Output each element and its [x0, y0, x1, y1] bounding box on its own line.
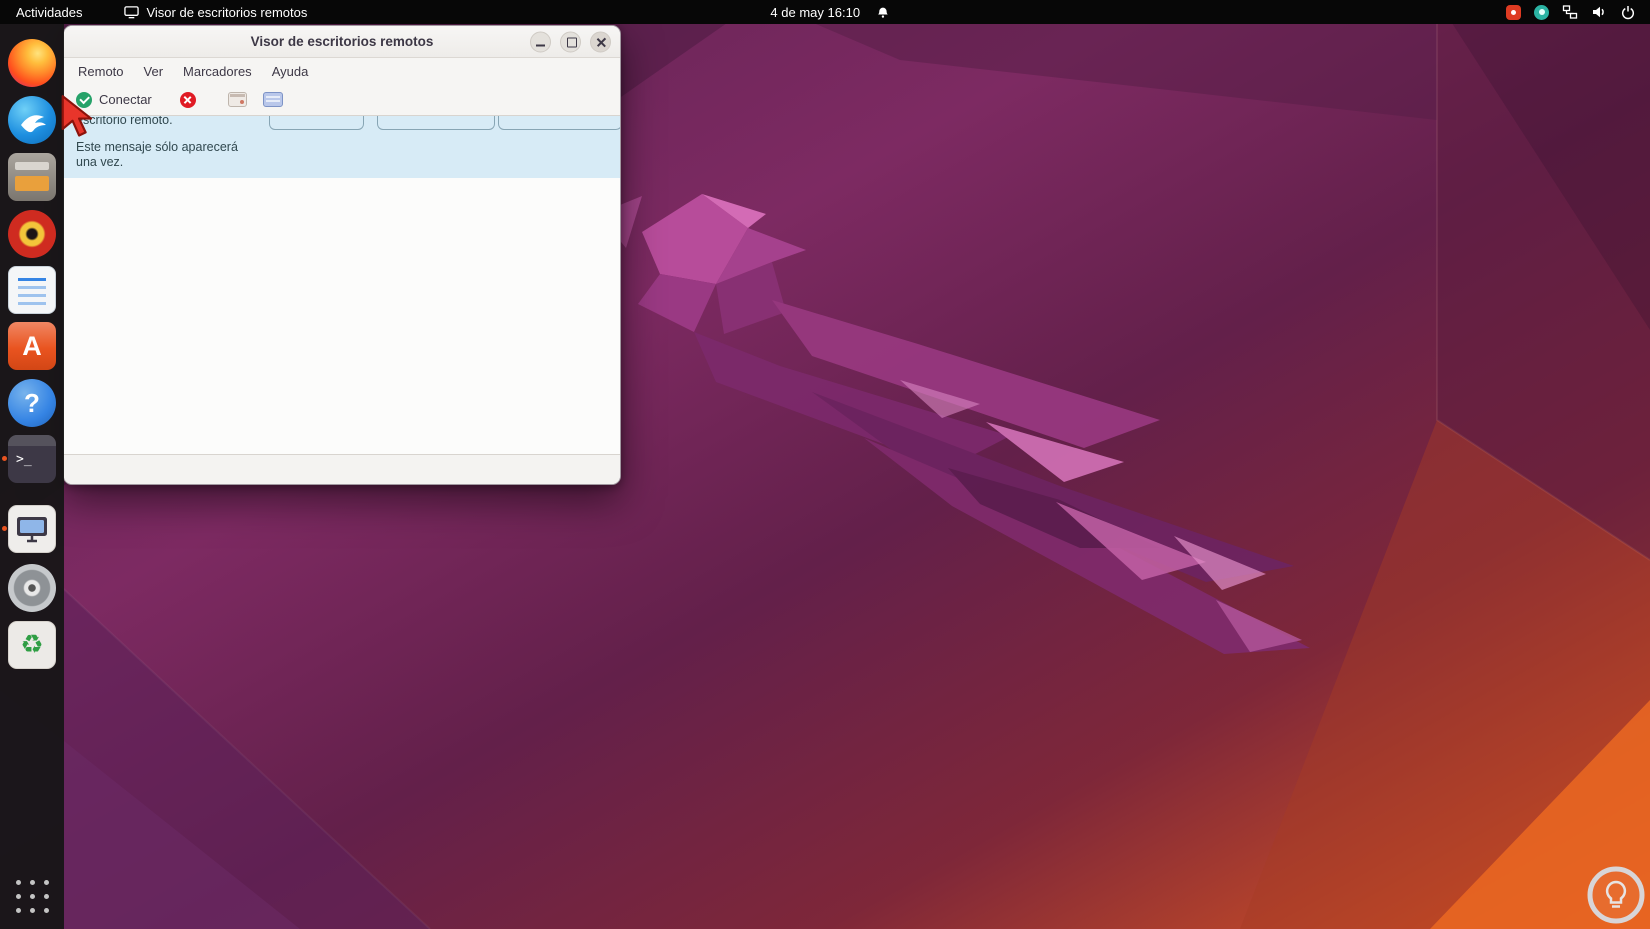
dock-item-remote-desktop-viewer[interactable] [2, 505, 56, 553]
terminal-icon [8, 435, 56, 483]
dock-item-help[interactable] [8, 379, 56, 427]
rhythmbox-icon [8, 210, 56, 258]
recycler-icon [8, 621, 56, 669]
menu-bar: Remoto Ver Marcadores Ayuda [64, 58, 620, 84]
remote-view-area [64, 178, 620, 454]
focused-app-indicator[interactable]: Visor de escritorios remotos [124, 0, 307, 24]
tray-icon-red-app[interactable] [1506, 4, 1521, 20]
dock-item-rhythmbox[interactable] [8, 210, 56, 258]
dock [0, 24, 64, 929]
power-icon[interactable] [1620, 4, 1636, 20]
remote-desktop-viewer-icon [8, 505, 56, 553]
dock-item-files[interactable] [8, 153, 56, 201]
menu-ver[interactable]: Ver [134, 58, 174, 84]
files-icon [8, 153, 56, 201]
help-icon [8, 379, 56, 427]
dock-item-firefox[interactable] [8, 39, 56, 87]
dock-item-recycler[interactable] [8, 621, 56, 669]
volume-icon[interactable] [1591, 4, 1607, 20]
libreoffice-writer-icon [8, 266, 56, 314]
connect-button-label: Conectar [99, 92, 152, 107]
activities-button[interactable]: Actividades [0, 0, 98, 24]
dock-item-terminal[interactable] [2, 435, 56, 483]
show-applications-button[interactable] [14, 878, 50, 914]
dock-item-libreoffice-writer[interactable] [8, 266, 56, 314]
menu-ayuda[interactable]: Ayuda [262, 58, 319, 84]
infobar-button-1[interactable] [269, 116, 364, 130]
infobar-message-line1: Este mensaje sólo aparecerá [76, 140, 238, 154]
titlebar[interactable]: Visor de escritorios remotos [64, 26, 620, 58]
annotation-arrow-cursor [61, 95, 93, 137]
window-controls [530, 31, 611, 52]
app-window: Visor de escritorios remotos Remoto Ver … [63, 25, 621, 485]
thunderbird-icon [8, 96, 56, 144]
clock-label: 4 de may 16:10 [770, 4, 861, 20]
fullscreen-button[interactable] [227, 92, 247, 107]
menu-remoto[interactable]: Remoto [68, 58, 134, 84]
clock[interactable]: 4 de may 16:10 [770, 5, 889, 20]
ubuntu-software-icon [8, 322, 56, 370]
notifications-bell-icon [876, 6, 889, 19]
dock-item-disks[interactable] [8, 564, 56, 612]
system-tray [1506, 0, 1650, 24]
status-bar [64, 454, 620, 484]
window-close-button[interactable] [590, 31, 611, 52]
menu-marcadores[interactable]: Marcadores [173, 58, 262, 84]
toolbar: Conectar [64, 84, 620, 116]
window-minimize-button[interactable] [530, 31, 551, 52]
top-bar: Actividades Visor de escritorios remotos… [0, 0, 1650, 24]
dock-item-ubuntu-software[interactable] [8, 322, 56, 370]
disks-icon [8, 564, 56, 612]
firefox-icon [8, 39, 56, 87]
running-indicator [2, 526, 7, 531]
disconnect-button[interactable] [179, 91, 196, 108]
dock-item-thunderbird[interactable] [8, 96, 56, 144]
watermark-bulb-logo [1584, 863, 1648, 929]
focused-app-label: Visor de escritorios remotos [146, 4, 308, 20]
screenshot-button[interactable] [262, 92, 283, 107]
info-message-bar: escritorio remoto. Este mensaje sólo apa… [64, 116, 620, 178]
window-title: Visor de escritorios remotos [250, 34, 434, 49]
network-icon[interactable] [1562, 4, 1578, 20]
infobar-message-line2: una vez. [76, 155, 124, 169]
tray-icon-teal-app[interactable] [1534, 4, 1549, 20]
running-indicator [2, 456, 7, 461]
infobar-button-2[interactable] [377, 116, 495, 130]
window-maximize-button[interactable] [560, 31, 581, 52]
remote-desktop-app-icon [124, 5, 140, 20]
infobar-button-3[interactable] [498, 116, 620, 130]
